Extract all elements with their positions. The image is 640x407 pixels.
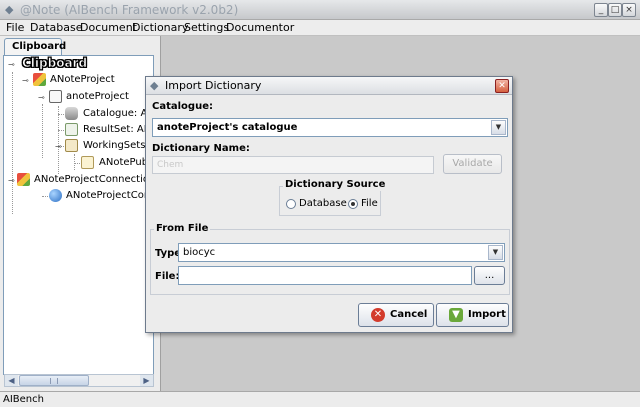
type-select[interactable]: biocyc ▼ xyxy=(178,243,505,262)
menu-document[interactable]: Document xyxy=(80,21,137,34)
status-bar: AIBench xyxy=(0,391,640,407)
minimize-button[interactable]: _ xyxy=(594,3,608,17)
app-icon: ◆ xyxy=(5,3,14,16)
tree-node-catalogue[interactable]: Catalogue: ANo xyxy=(83,107,153,120)
dialog-app-icon: ◆ xyxy=(150,79,159,92)
clipboard-panel: Clipboard ⊸ Clipboard ⊸ ANoteProject ⊸ a… xyxy=(0,36,161,391)
dictionary-name-field[interactable]: Chem xyxy=(152,156,434,174)
workingsets-icon xyxy=(65,139,78,152)
validate-button[interactable]: Validate xyxy=(443,154,502,174)
collapse-toggle[interactable]: ⊸ xyxy=(55,143,62,151)
from-file-group xyxy=(150,229,510,295)
tab-clipboard[interactable]: Clipboard xyxy=(4,38,66,55)
scrollbar-thumb[interactable] xyxy=(19,375,89,386)
chevron-down-icon[interactable]: ▼ xyxy=(491,120,506,135)
globe-icon xyxy=(49,189,62,202)
chevron-down-icon[interactable]: ▼ xyxy=(488,245,503,260)
dialog-close-button[interactable]: ✕ xyxy=(495,79,509,93)
radio-database[interactable] xyxy=(286,199,296,209)
file-label: File: xyxy=(155,271,180,282)
clipboard-tree: ⊸ Clipboard ⊸ ANoteProject ⊸ anoteProjec… xyxy=(3,55,154,375)
collapse-toggle[interactable]: ⊸ xyxy=(8,177,15,185)
import-label: Import xyxy=(468,309,506,320)
import-button[interactable]: ▼ Import xyxy=(436,303,509,327)
status-text: AIBench xyxy=(3,394,44,405)
project-folder-icon xyxy=(49,90,62,103)
catalogue-value: anoteProject's catalogue xyxy=(157,122,298,133)
window-titlebar: ◆ @Note (AIBench Framework v2.0b2) _ □ × xyxy=(0,0,640,20)
project-icon xyxy=(17,173,30,186)
tree-node-clipboard[interactable]: Clipboard xyxy=(22,56,88,70)
tree-node-project-connection[interactable]: ANoteProjectConnectio xyxy=(34,173,149,186)
radio-database-label[interactable]: Database xyxy=(299,198,347,210)
cancel-icon: ✕ xyxy=(371,308,385,322)
menu-dictionary[interactable]: Dictionary xyxy=(132,21,188,34)
window-title: @Note (AIBench Framework v2.0b2) xyxy=(20,3,239,17)
cancel-button[interactable]: ✕ Cancel xyxy=(358,303,434,327)
radio-file-label[interactable]: File xyxy=(361,198,378,210)
dialog-title: Import Dictionary xyxy=(165,79,262,92)
tree-node-workingsets[interactable]: WorkingSets: A xyxy=(83,139,153,152)
radio-file[interactable] xyxy=(348,199,358,209)
dictionary-source-legend: Dictionary Source xyxy=(283,179,388,191)
scroll-right-arrow-icon[interactable]: ▶ xyxy=(140,375,153,386)
type-value: biocyc xyxy=(183,247,216,258)
dictionary-name-placeholder: Chem xyxy=(157,160,184,170)
browse-button[interactable]: ... xyxy=(474,266,505,285)
cancel-label: Cancel xyxy=(390,309,428,320)
tree-connector xyxy=(42,104,43,158)
collapse-toggle[interactable]: ⊸ xyxy=(22,77,29,85)
tree-node-anoteproject[interactable]: ANoteProject xyxy=(50,73,115,86)
tree-node-project-connection-child[interactable]: ANoteProjectConne xyxy=(66,189,153,202)
tree-horizontal-scrollbar[interactable]: ◀ ▶ xyxy=(4,374,154,387)
from-file-legend: From File xyxy=(154,223,211,235)
menu-documentor[interactable]: Documentor xyxy=(226,21,294,34)
menu-settings[interactable]: Settings xyxy=(184,21,229,34)
collapse-toggle[interactable]: ⊸ xyxy=(38,94,45,102)
file-path-field[interactable] xyxy=(178,266,472,285)
collapse-toggle[interactable]: ⊸ xyxy=(8,61,15,69)
tree-connector xyxy=(12,72,13,214)
menu-bar: File Database Document Dictionary Settin… xyxy=(0,20,640,36)
import-arrow-icon: ▼ xyxy=(449,308,463,322)
menu-database[interactable]: Database xyxy=(30,21,83,34)
document-icon xyxy=(81,156,94,169)
close-window-button[interactable]: × xyxy=(622,3,636,17)
menu-file[interactable]: File xyxy=(6,21,24,34)
tree-node-resultset[interactable]: ResultSet: ANo xyxy=(83,123,153,136)
catalogue-label: Catalogue: xyxy=(152,101,213,112)
tree-connector xyxy=(58,106,59,174)
maximize-button[interactable]: □ xyxy=(608,3,622,17)
catalogue-select[interactable]: anoteProject's catalogue ▼ xyxy=(152,118,508,137)
resultset-icon xyxy=(65,123,78,136)
tree-connector xyxy=(74,154,75,170)
import-dictionary-dialog: ◆ Import Dictionary ✕ Catalogue: anotePr… xyxy=(145,76,513,333)
tree-node-anoteproject-child[interactable]: anoteProject xyxy=(66,90,129,103)
dictionary-name-label: Dictionary Name: xyxy=(152,143,250,154)
dialog-titlebar: ◆ Import Dictionary ✕ xyxy=(146,77,512,95)
scroll-left-arrow-icon[interactable]: ◀ xyxy=(5,375,18,386)
database-icon xyxy=(65,107,78,120)
project-icon xyxy=(33,73,46,86)
